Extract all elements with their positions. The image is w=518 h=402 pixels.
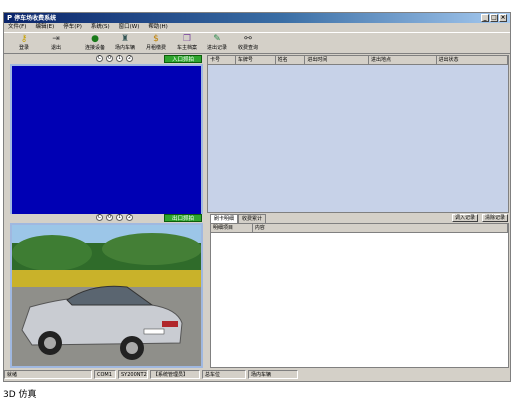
files-icon: ❐ — [182, 34, 192, 44]
login-button[interactable]: ⚷ 登录 — [8, 34, 40, 51]
exit-cam-2-button[interactable]: 2 — [126, 214, 133, 221]
status-cars-inside: 场内车辆 — [248, 370, 298, 379]
exit-video-view — [10, 223, 203, 368]
load-records-button[interactable]: 调入记录 — [452, 214, 479, 222]
caption: 3D 仿真 — [3, 390, 37, 400]
record-icon: ✎ — [213, 34, 221, 44]
entry-cam-0-button[interactable]: 0 — [106, 55, 113, 62]
access-record-table[interactable]: 卡号 车牌号 姓名 进出时间 进出地点 进出状态 — [207, 55, 509, 213]
money-icon: $ — [153, 34, 159, 44]
status-bar: 就绪 COM1 SY200NT2 【系统管理员】 总车位 场内车辆 — [4, 370, 510, 380]
col-detail-content[interactable]: 内容 — [253, 224, 508, 232]
detail-table[interactable]: 明细项目 内容 — [210, 223, 509, 368]
exit-icon: ⇥ — [52, 34, 60, 44]
owner-files-button[interactable]: ❐ 车主档案 — [171, 34, 203, 51]
toolbar: ⚷ 登录 ⇥ 退出 ● 连接设备 ♜ 场内车辆 $ 月租缴费 ❐ 车主档案 ✎ 进出记录 ⚯ 收… — [4, 32, 510, 54]
status-user: 【系统管理员】 — [150, 370, 200, 379]
tab-fee-total[interactable]: 收费累计 — [238, 214, 267, 223]
col-time[interactable]: 进出时间 — [305, 56, 369, 64]
close-button[interactable]: × — [499, 14, 507, 22]
entry-video-view — [10, 64, 203, 216]
title-bar: P 停车场收费系统 _ □ × — [4, 13, 510, 23]
status-device: SY200NT2 — [118, 370, 148, 379]
exit-cam-0-button[interactable]: 0 — [106, 214, 113, 221]
app-window: P 停车场收费系统 _ □ × 文件(F) 编辑(E) 停车(P) 系统(S) 窗… — [3, 12, 511, 382]
minimize-button[interactable]: _ — [481, 14, 489, 22]
col-plate[interactable]: 车牌号 — [236, 56, 276, 64]
connect-device-button[interactable]: ● 连接设备 — [79, 34, 111, 51]
entry-cam-c-button[interactable]: C — [96, 55, 103, 62]
entry-capture-button[interactable]: 入口抓拍 — [164, 55, 202, 63]
device-icon: ● — [91, 34, 99, 44]
access-records-button[interactable]: ✎ 进出记录 — [201, 34, 233, 51]
binoculars-icon: ⚯ — [244, 34, 252, 44]
fee-query-button[interactable]: ⚯ 收费查询 — [232, 34, 264, 51]
maximize-button[interactable]: □ — [490, 14, 498, 22]
exit-cam-1-button[interactable]: 1 — [116, 214, 123, 221]
menu-bar: 文件(F) 编辑(E) 停车(P) 系统(S) 窗口(W) 帮助(H) — [4, 23, 514, 32]
col-card-no[interactable]: 卡号 — [208, 56, 236, 64]
status-port: COM1 — [94, 370, 116, 379]
menu-edit[interactable]: 编辑(E) — [35, 23, 54, 32]
monthly-fee-button[interactable]: $ 月租缴费 — [140, 34, 172, 51]
exit-button[interactable]: ⇥ 退出 — [40, 34, 72, 51]
key-icon: ⚷ — [20, 34, 28, 44]
status-total-spaces: 总车位 — [202, 370, 246, 379]
detail-table-header: 明细项目 内容 — [211, 224, 508, 233]
entry-cam-1-button[interactable]: 1 — [116, 55, 123, 62]
menu-help[interactable]: 帮助(H) — [148, 23, 167, 32]
exit-camera-header: C 0 1 2 出口抓拍 — [6, 214, 203, 222]
entry-camera-header: C 0 1 2 入口抓拍 — [6, 55, 203, 63]
col-location[interactable]: 进出地点 — [369, 56, 437, 64]
window-title: 停车场收费系统 — [14, 15, 57, 22]
cars-inside-button[interactable]: ♜ 场内车辆 — [109, 34, 141, 51]
detail-tabs: 刷卡明细 收费累计 — [210, 214, 267, 223]
status-ready: 就绪 — [4, 370, 92, 379]
menu-file[interactable]: 文件(F) — [8, 23, 26, 32]
car-snapshot-image — [12, 225, 201, 366]
col-name[interactable]: 姓名 — [276, 56, 306, 64]
parking-app-icon: P — [7, 14, 13, 22]
table-header: 卡号 车牌号 姓名 进出时间 进出地点 进出状态 — [208, 56, 508, 65]
menu-parking[interactable]: 停车(P) — [63, 23, 82, 32]
tab-card-detail[interactable]: 刷卡明细 — [210, 214, 239, 223]
clear-records-button[interactable]: 清除记录 — [482, 214, 509, 222]
exit-capture-button[interactable]: 出口抓拍 — [164, 214, 202, 222]
col-detail-item[interactable]: 明细项目 — [211, 224, 253, 232]
col-status[interactable]: 进出状态 — [437, 56, 508, 64]
car-inside-icon: ♜ — [120, 34, 130, 44]
exit-cam-c-button[interactable]: C — [96, 214, 103, 221]
menu-window[interactable]: 窗口(W) — [119, 23, 140, 32]
entry-cam-2-button[interactable]: 2 — [126, 55, 133, 62]
menu-system[interactable]: 系统(S) — [91, 23, 110, 32]
